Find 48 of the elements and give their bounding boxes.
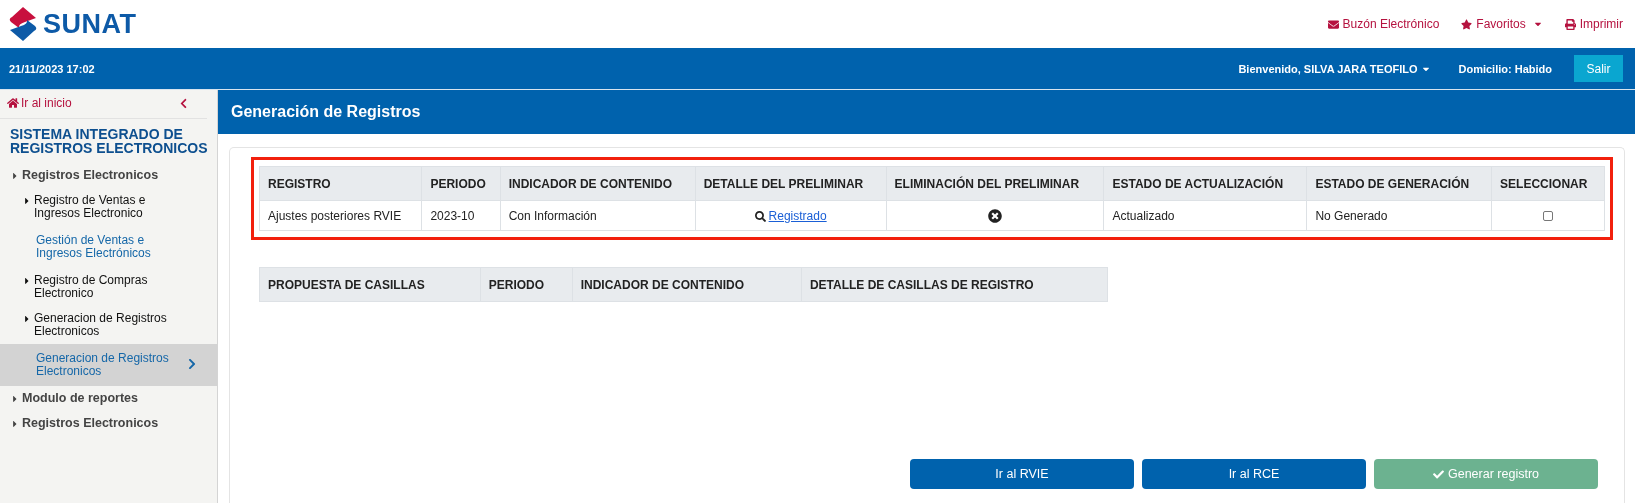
column-header: REGISTRO (259, 166, 422, 201)
sidebar-item[interactable]: Modulo de reportes (0, 386, 217, 411)
collapse-icon[interactable] (178, 97, 189, 109)
mail-icon (1327, 18, 1339, 30)
home-link[interactable]: Ir al inicio (7, 96, 72, 110)
table-cell: Actualizado (1103, 200, 1307, 231)
logo-text: SUNAT (43, 8, 137, 40)
header-link[interactable]: Imprimir (1564, 17, 1623, 31)
sidebar-item[interactable]: Generacion de Registros Electronicos (0, 344, 217, 386)
column-header: ELIMINACIÓN DEL PRELIMINAR (886, 166, 1104, 201)
column-header: PROPUESTA DE CASILLAS (259, 267, 481, 302)
column-header: ESTADO DE GENERACIÓN (1306, 166, 1492, 201)
home-icon (7, 97, 19, 109)
table-cell: Con Información (500, 200, 696, 231)
sidebar-item[interactable]: Registro de Ventas e Ingresos Electronico (0, 188, 217, 226)
column-header: INDICADOR DE CONTENIDO (500, 166, 696, 201)
header-link[interactable]: Buzón Electrónico (1327, 17, 1440, 31)
header-link[interactable]: Favoritos (1461, 17, 1543, 31)
action-button[interactable]: Ir al RVIE (910, 459, 1134, 489)
table-cell: No Generado (1306, 200, 1492, 231)
delete-icon[interactable] (988, 208, 1002, 223)
chevron-icon (186, 358, 198, 370)
column-header: DETALLE DE CASILLAS DE REGISTRO (801, 267, 1108, 302)
column-header: INDICADOR DE CONTENIDO (572, 267, 802, 302)
column-header: ESTADO DE ACTUALIZACIÓN (1103, 166, 1307, 201)
page-title: Generación de Registros (218, 90, 1635, 134)
user-menu[interactable]: Bienvenido, SILVA JARA TEOFILO (1238, 62, 1431, 75)
sidebar-item[interactable]: Gestión de Ventas e Ingresos Electrónicos (0, 226, 217, 268)
column-header: PERIODO (421, 166, 501, 201)
printer-icon (1564, 18, 1576, 30)
select-checkbox[interactable] (1543, 211, 1554, 222)
date-time: 21/11/2023 17:02 (9, 62, 95, 75)
domicilio-text: Domicilio: Habido (1458, 62, 1552, 75)
detail-link[interactable]: Registrado (768, 208, 827, 223)
action-button[interactable]: Ir al RCE (1142, 459, 1366, 489)
sidebar-item[interactable]: Registros Electronicos (0, 163, 217, 188)
table-cell: 2023-10 (421, 200, 501, 231)
sidebar-item[interactable]: Registros Electronicos (0, 411, 217, 436)
search-icon (754, 210, 766, 222)
sidebar-title: SISTEMA INTEGRADO DE REGISTROS ELECTRONICOS (9, 125, 209, 158)
sidebar-item[interactable]: Registro de Compras Electronico (0, 268, 217, 306)
column-header: SELECCIONAR (1491, 166, 1605, 201)
star-icon (1461, 18, 1473, 30)
check-icon (1433, 468, 1444, 480)
sidebar-item[interactable]: Generacion de Registros Electronicos (0, 306, 217, 344)
table-cell: Ajustes posteriores RVIE (259, 200, 422, 231)
column-header: DETALLE DEL PRELIMINAR (695, 166, 887, 201)
column-header: PERIODO (480, 267, 573, 302)
